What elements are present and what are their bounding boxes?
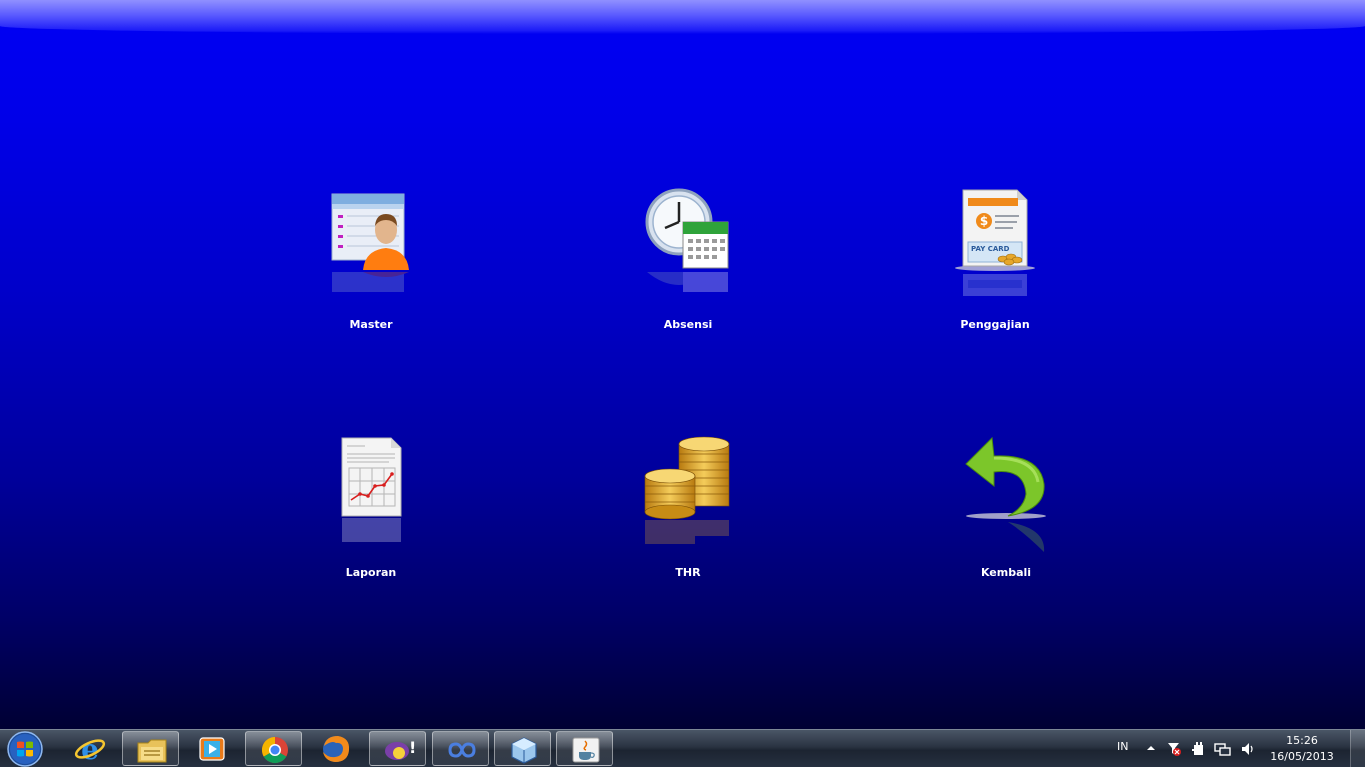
folder-icon (137, 739, 167, 763)
report-chart-icon (341, 437, 402, 517)
top-gloss-band (0, 0, 1365, 34)
svg-text:PAY CARD: PAY CARD (971, 245, 1010, 253)
chrome-icon (261, 736, 288, 764)
yahoo-messenger-icon: ! (385, 738, 415, 760)
menu-tile-kembali[interactable]: Kembali (936, 436, 1076, 596)
menu-label-laporan: Laporan (345, 566, 397, 579)
system-tray: IN 15:26 16/05/2013 (1100, 730, 1365, 768)
desktop-background: Master Absensi $ PAY CARD Penggajian Lap… (0, 0, 1365, 729)
java-icon (572, 737, 600, 763)
back-arrow-icon (965, 436, 1046, 519)
clock-calendar-reflection (647, 272, 728, 292)
start-button[interactable] (3, 730, 49, 768)
coin-stack-reflection (645, 520, 729, 544)
menu-tile-thr[interactable]: THR (618, 436, 758, 596)
menu-tile-master[interactable]: Master (301, 188, 441, 348)
language-indicator[interactable]: IN (1117, 740, 1128, 753)
menu-label-kembali: Kembali (980, 566, 1032, 579)
report-chart-reflection (342, 518, 401, 542)
pay-card-icon: $ PAY CARD (955, 189, 1035, 271)
svg-text:e: e (81, 734, 99, 764)
menu-label-master: Master (349, 318, 393, 331)
menu-tile-absensi[interactable]: Absensi (618, 188, 758, 348)
show-desktop-button[interactable] (1350, 730, 1365, 768)
taskbar-app-internet-explorer[interactable]: e (61, 731, 118, 766)
menu-tile-penggajian[interactable]: $ PAY CARD Penggajian (925, 188, 1065, 348)
taskbar-app-infinity[interactable] (432, 731, 489, 766)
power-plug-icon[interactable] (1190, 741, 1206, 757)
taskbar-app-yahoo-messenger[interactable]: ! (369, 731, 426, 766)
svg-text:$: $ (980, 214, 988, 228)
clock-calendar-icon (645, 188, 729, 269)
infinity-icon (448, 742, 476, 758)
action-center-icon[interactable] (1166, 741, 1182, 757)
back-arrow-reflection (1008, 522, 1045, 552)
user-card-icon (331, 193, 409, 270)
menu-label-penggajian: Penggajian (960, 318, 1030, 331)
pay-card-reflection (963, 274, 1027, 296)
taskbar-app-java[interactable] (556, 731, 613, 766)
clock-time[interactable]: 15:26 (1276, 734, 1328, 747)
menu-label-thr: THR (675, 566, 701, 579)
volume-icon[interactable] (1240, 741, 1256, 757)
internet-explorer-icon: e (74, 734, 106, 764)
user-card-reflection (332, 272, 409, 292)
show-hidden-icons-icon[interactable] (1146, 741, 1156, 755)
network-icon[interactable] (1214, 741, 1232, 757)
clock-date[interactable]: 16/05/2013 (1266, 750, 1338, 763)
taskbar-app-chrome[interactable] (245, 731, 302, 766)
taskbar-app-media-player[interactable] (183, 731, 240, 766)
taskbar-app-virtualbox[interactable] (494, 731, 551, 766)
menu-tile-laporan[interactable]: Laporan (301, 436, 441, 596)
taskbar-app-firefox[interactable] (307, 731, 364, 766)
taskbar: e IN 15:26 16/05/2013 (0, 729, 1365, 768)
taskbar-app-file-explorer[interactable] (122, 731, 179, 766)
media-player-icon (199, 737, 225, 761)
cube-icon (511, 737, 537, 764)
firefox-icon (323, 736, 350, 762)
windows-start-icon (7, 731, 43, 767)
menu-label-absensi: Absensi (663, 318, 713, 331)
svg-text:!: ! (409, 738, 415, 757)
coin-stack-icon (644, 436, 730, 520)
